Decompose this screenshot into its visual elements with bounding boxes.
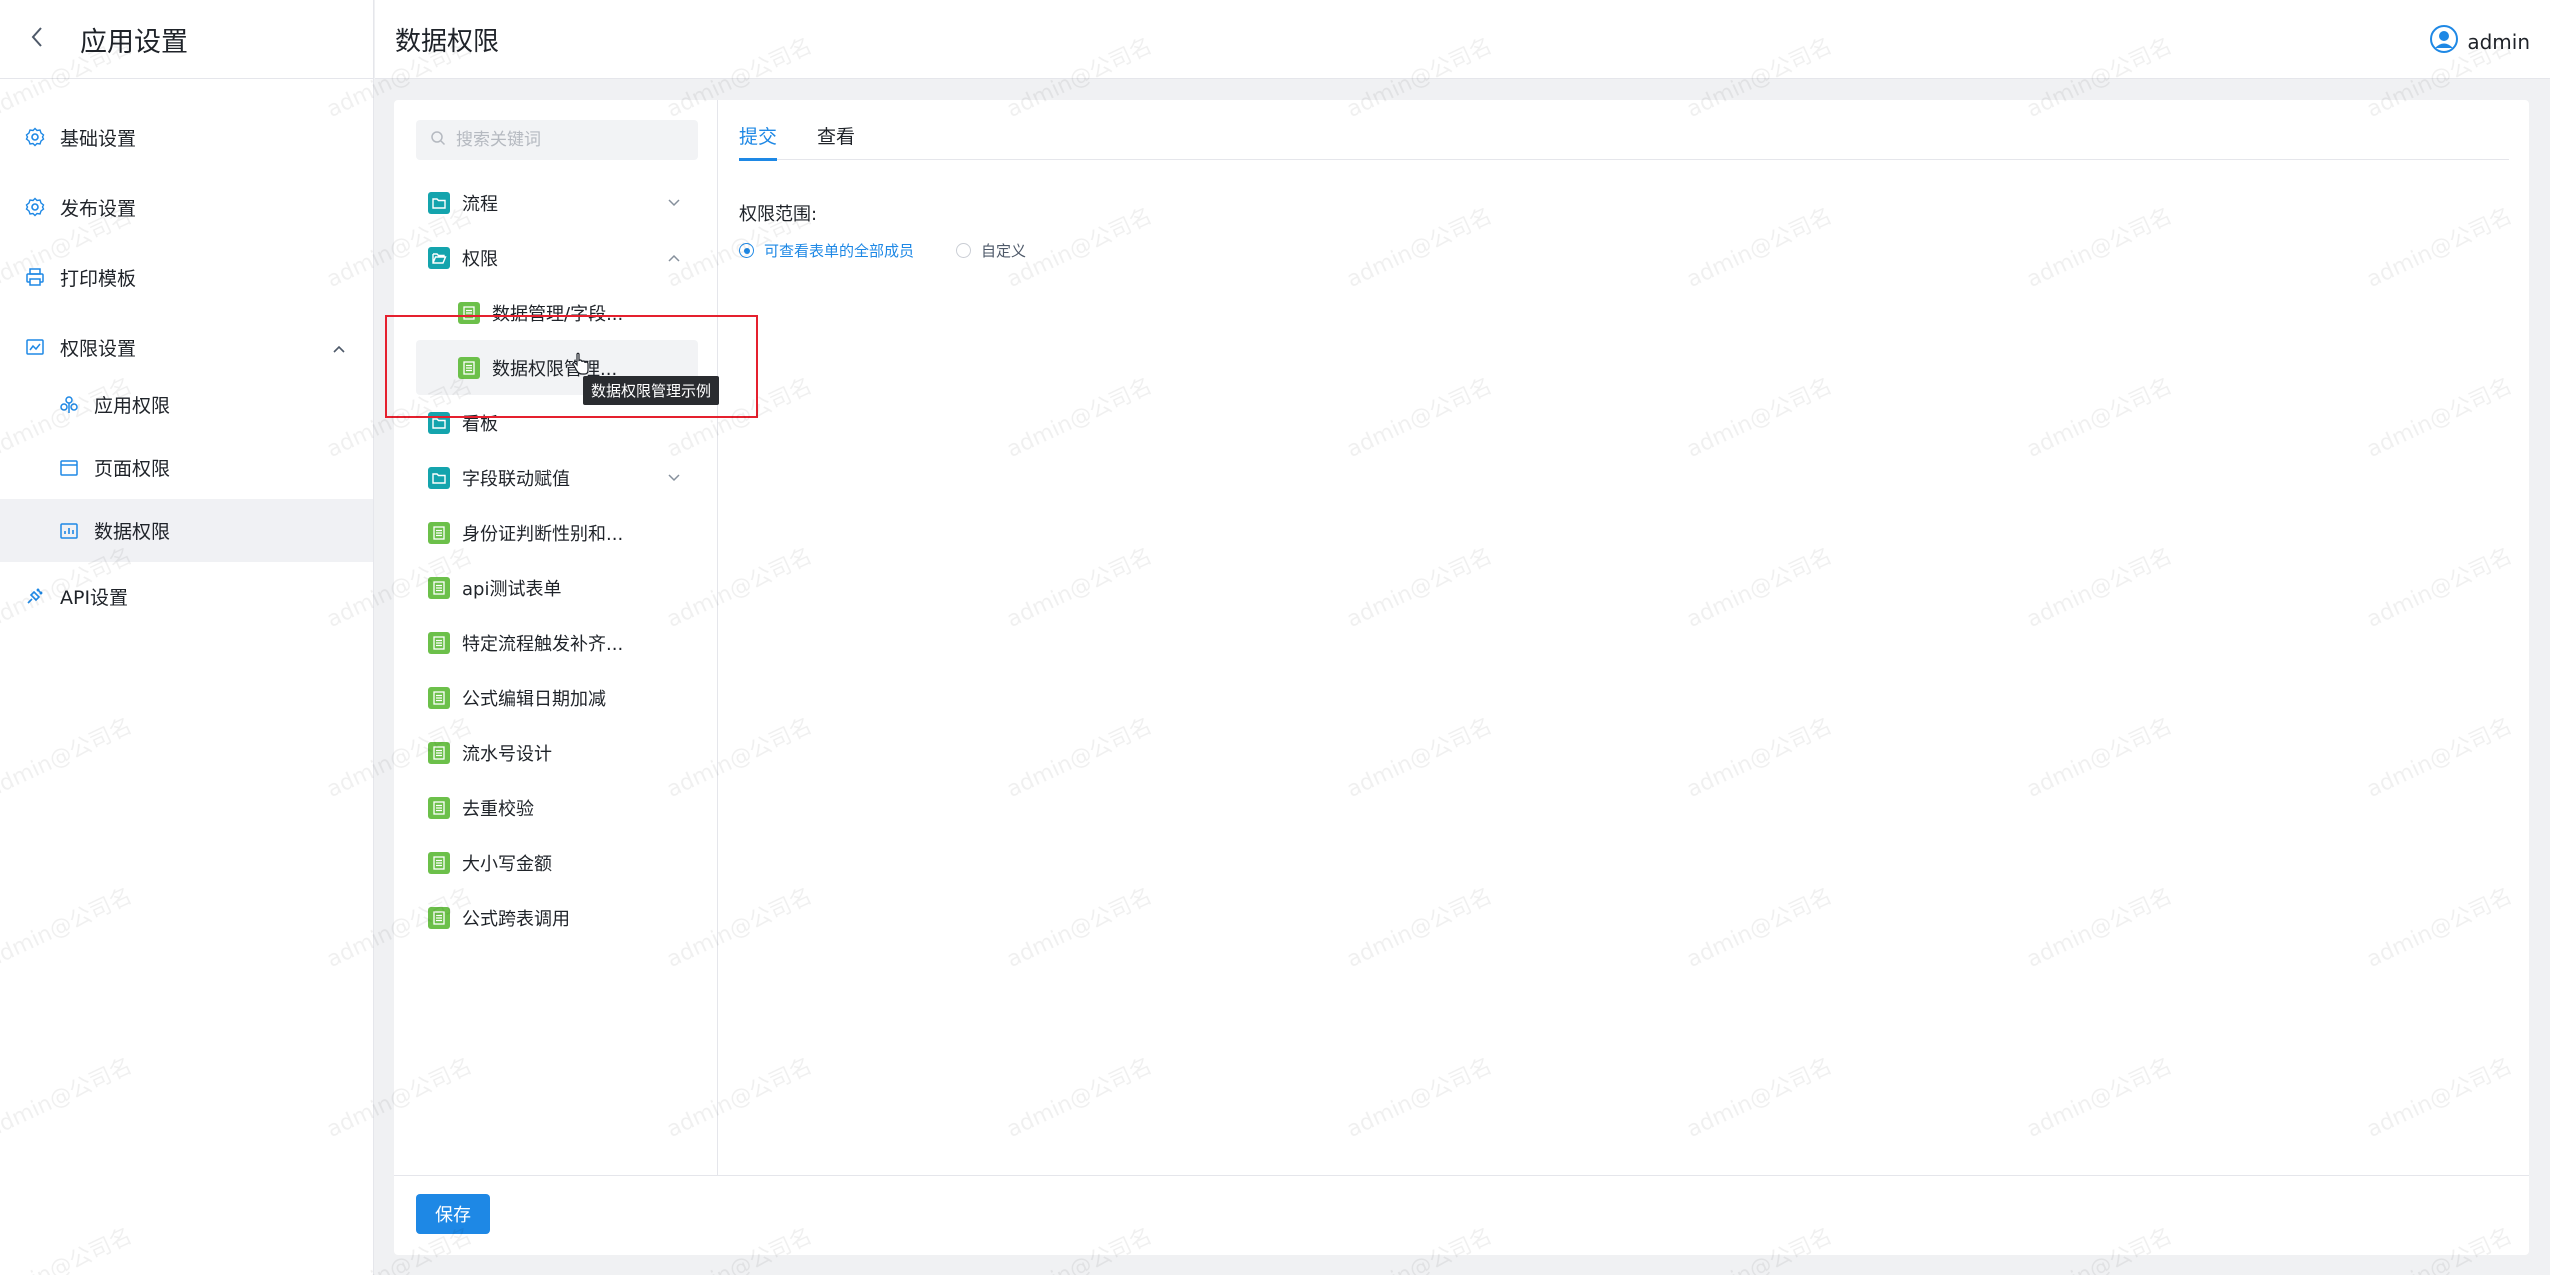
chevron-up-icon[interactable] [668, 254, 680, 262]
form-icon [428, 631, 450, 654]
form-icon [428, 521, 450, 544]
tree-form-amount-case[interactable]: 大小写金额 [416, 835, 698, 890]
form-icon [428, 796, 450, 819]
tree-item-label: 身份证判断性别和... [462, 523, 624, 545]
sidebar-subitem-page-permission[interactable]: 页面权限 [0, 436, 373, 499]
tree-folder-field-linkage[interactable]: 字段联动赋值 [416, 450, 698, 505]
tree-form-formula-date[interactable]: 公式编辑日期加减 [416, 670, 698, 725]
sidebar-item-api-settings[interactable]: API设置 [0, 574, 373, 618]
tree-item-label: 去重校验 [462, 798, 534, 820]
tree-item-label: 公式跨表调用 [462, 908, 570, 930]
sidebar-item-label: API设置 [60, 586, 129, 609]
tree-form-api-test[interactable]: api测试表单 [416, 560, 698, 615]
folder-icon [428, 191, 450, 214]
form-icon [428, 741, 450, 764]
top-header: 数据权限 admin [375, 0, 2550, 79]
tree-item-label: 权限 [462, 248, 498, 270]
back-arrow-icon[interactable] [30, 23, 70, 56]
tab-bar: 提交 查看 [739, 110, 2509, 161]
sidebar: 应用设置 基础设置 发布设置 打印模板 权限设置 应用权限 页面权限 数据权限 … [0, 0, 374, 1275]
data-chart-icon [58, 520, 80, 542]
permission-panel: 提交 查看 权限范围: 可查看表单的全部成员 自定义 [739, 100, 2509, 1175]
sidebar-header: 应用设置 [0, 0, 373, 79]
sidebar-subitem-data-permission[interactable]: 数据权限 [0, 499, 373, 562]
sidebar-item-print-template[interactable]: 打印模板 [0, 255, 373, 299]
search-icon [430, 130, 446, 150]
sidebar-subitem-label: 应用权限 [94, 395, 171, 417]
chevron-up-icon [333, 336, 345, 358]
permission-icon [24, 336, 46, 358]
chevron-down-icon[interactable] [668, 473, 680, 482]
tree-form-specific-process[interactable]: 特定流程触发补齐... [416, 615, 698, 670]
page-icon [58, 457, 80, 479]
tree-item-label: 流程 [462, 193, 498, 215]
gear-icon [24, 196, 46, 218]
tree-form-dedup[interactable]: 去重校验 [416, 780, 698, 835]
sidebar-item-label: 打印模板 [60, 267, 137, 290]
printer-icon [24, 266, 46, 288]
tree-item-label: 特定流程触发补齐... [462, 633, 624, 655]
page-title: 数据权限 [395, 26, 500, 57]
sidebar-item-basic-settings[interactable]: 基础设置 [0, 115, 373, 159]
tree-form-id-gender[interactable]: 身份证判断性别和... [416, 505, 698, 560]
user-avatar-icon [2429, 24, 2459, 59]
tree-form-cross-table[interactable]: 公式跨表调用 [416, 890, 698, 945]
app-permission-icon [58, 394, 80, 416]
sidebar-subitem-app-permission[interactable]: 应用权限 [0, 373, 373, 436]
username: admin [2467, 29, 2530, 54]
tree-form-serial-number[interactable]: 流水号设计 [416, 725, 698, 780]
chevron-down-icon[interactable] [668, 198, 680, 207]
tree-item-label: 大小写金额 [462, 853, 552, 875]
search-box[interactable] [416, 120, 698, 160]
folder-open-icon [428, 246, 450, 269]
user-menu[interactable]: admin [2429, 24, 2530, 59]
radio-unchecked-icon [956, 243, 972, 258]
mouse-cursor-icon [571, 352, 591, 380]
tooltip: 数据权限管理示例 [583, 376, 720, 405]
sidebar-item-permission-settings[interactable]: 权限设置 [0, 325, 373, 369]
form-icon [428, 686, 450, 709]
form-tree-panel: 流程 权限 数据管理/字段... 数据权限管理... 看板 [394, 100, 718, 1175]
sidebar-item-publish-settings[interactable]: 发布设置 [0, 185, 373, 229]
tree-item-label: 流水号设计 [462, 743, 552, 765]
permission-scope-radio-group: 可查看表单的全部成员 自定义 [739, 240, 1068, 261]
footer-bar: 保存 [394, 1175, 2529, 1255]
permission-scope-label: 权限范围: [739, 204, 818, 225]
form-icon [428, 906, 450, 929]
tree-list: 流程 权限 数据管理/字段... 数据权限管理... 看板 字段联动赋值 身份证… [416, 175, 698, 945]
form-icon [428, 576, 450, 599]
tree-folder-process[interactable]: 流程 [416, 175, 698, 230]
radio-custom[interactable]: 自定义 [956, 240, 1026, 261]
sidebar-item-label: 权限设置 [60, 337, 137, 360]
tree-item-label: 字段联动赋值 [462, 468, 570, 490]
tree-folder-permission[interactable]: 权限 [416, 230, 698, 285]
tab-view[interactable]: 查看 [817, 110, 855, 160]
radio-label: 可查看表单的全部成员 [764, 242, 915, 260]
sidebar-title: 应用设置 [80, 26, 188, 58]
save-button[interactable]: 保存 [416, 1194, 490, 1234]
plug-icon [24, 585, 46, 607]
sidebar-subitem-label: 页面权限 [94, 458, 171, 480]
main-card: 流程 权限 数据管理/字段... 数据权限管理... 看板 [394, 100, 2529, 1255]
tree-item-label: api测试表单 [462, 578, 562, 600]
radio-checked-icon [739, 243, 754, 258]
sidebar-subitem-label: 数据权限 [94, 521, 171, 543]
radio-label: 自定义 [981, 242, 1027, 260]
tree-item-label: 公式编辑日期加减 [462, 688, 606, 710]
sidebar-item-label: 基础设置 [60, 127, 137, 150]
gear-icon [24, 126, 46, 148]
folder-icon [428, 466, 450, 489]
radio-all-members[interactable]: 可查看表单的全部成员 [739, 240, 914, 261]
tab-submit[interactable]: 提交 [739, 110, 778, 161]
search-input[interactable] [456, 130, 676, 150]
sidebar-item-label: 发布设置 [60, 197, 137, 220]
form-icon [428, 851, 450, 874]
